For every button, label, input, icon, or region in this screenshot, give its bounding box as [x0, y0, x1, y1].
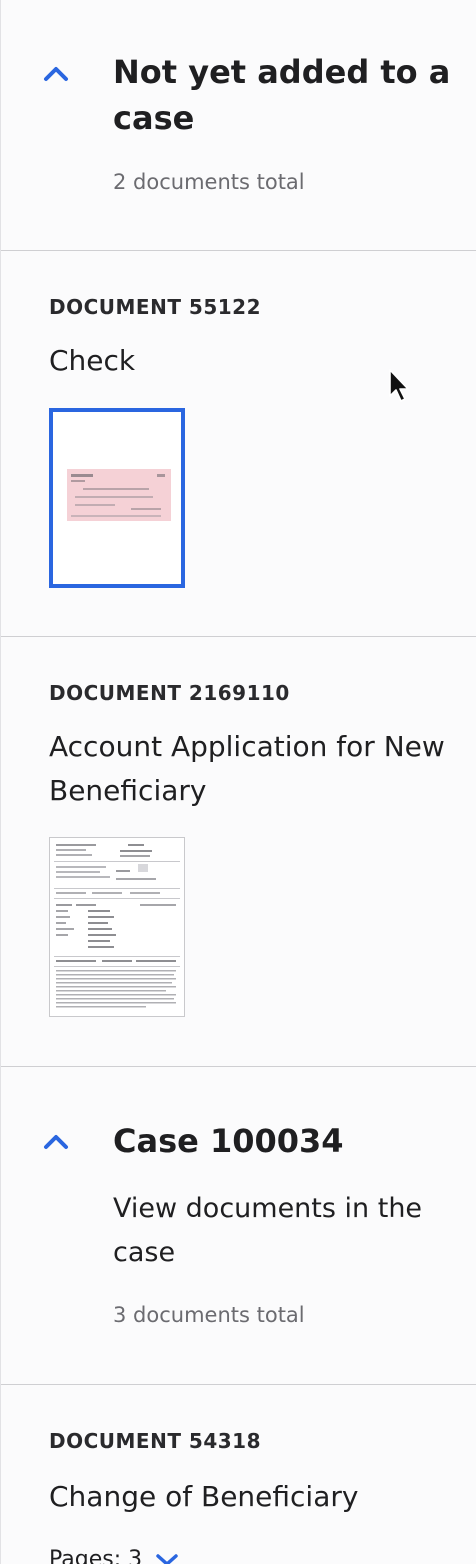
- document-id: DOCUMENT 55122: [49, 295, 262, 319]
- pages-label: Pages: 3: [49, 1547, 143, 1564]
- group-title: Not yet added to a case: [113, 53, 451, 137]
- document-panel: Not yet added to a case 2 documents tota…: [0, 0, 476, 1564]
- group-header-unassigned: Not yet added to a case 2 documents tota…: [1, 0, 476, 251]
- case-title: Case 100034: [113, 1122, 344, 1160]
- document-count: 2 documents total: [113, 170, 305, 194]
- view-documents-link[interactable]: View documents in the case: [113, 1187, 426, 1275]
- document-id: DOCUMENT 2169110: [49, 681, 290, 705]
- document-thumbnail[interactable]: [49, 408, 185, 588]
- document-item[interactable]: DOCUMENT 54318 Change of Beneficiary Pag…: [1, 1385, 476, 1564]
- document-title: Change of Beneficiary: [49, 1480, 359, 1513]
- document-title: Account Application for New Beneficiary: [49, 730, 445, 807]
- group-header-case: Case 100034 View documents in the case 3…: [1, 1067, 476, 1385]
- chevron-up-icon[interactable]: [42, 1130, 70, 1152]
- document-title: Check: [49, 344, 136, 377]
- document-id: DOCUMENT 54318: [49, 1429, 262, 1453]
- chevron-up-icon[interactable]: [42, 62, 70, 84]
- check-preview-image: [53, 412, 181, 584]
- pages-toggle[interactable]: Pages: 3: [49, 1547, 179, 1564]
- document-item[interactable]: DOCUMENT 2169110 Account Application for…: [1, 637, 476, 1067]
- document-item[interactable]: DOCUMENT 55122 Check: [1, 251, 476, 637]
- document-thumbnail[interactable]: [49, 837, 185, 1017]
- document-count: 3 documents total: [113, 1303, 305, 1327]
- application-form-preview-image: [50, 838, 184, 1016]
- chevron-down-icon: [156, 1554, 178, 1564]
